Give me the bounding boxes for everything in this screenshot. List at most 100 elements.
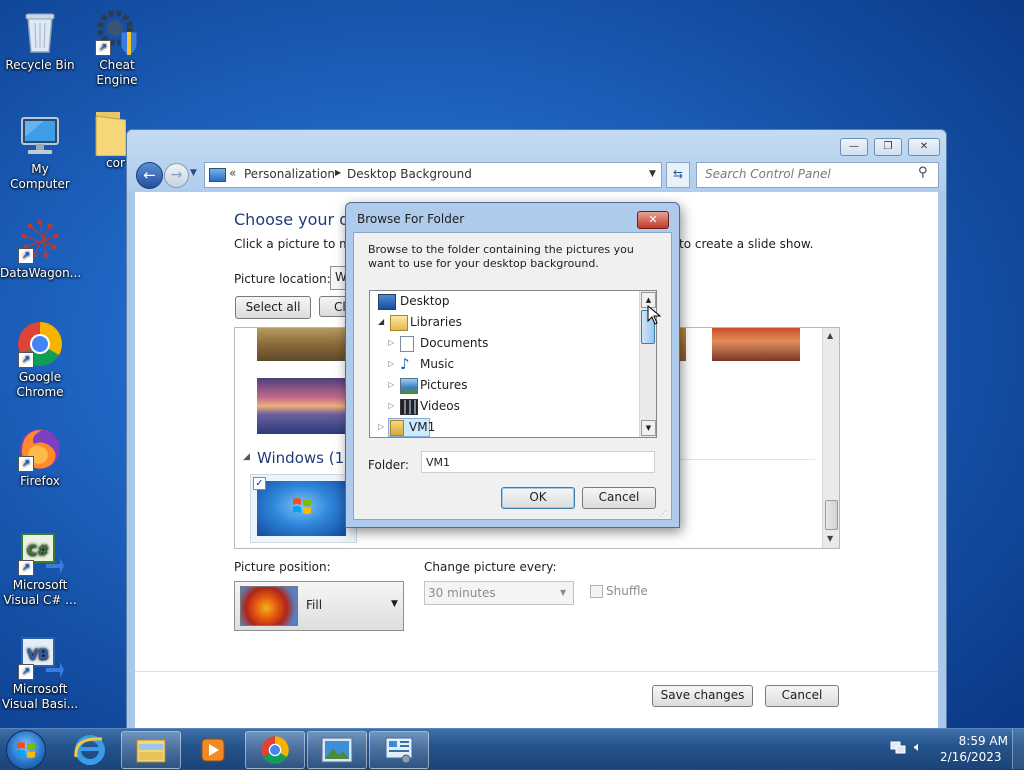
close-icon: ✕	[648, 213, 658, 226]
shortcut-arrow-icon: ↗	[18, 560, 34, 576]
folder-label: cor	[106, 156, 125, 170]
folder-tree[interactable]: Desktop ◢ Libraries ▷ Documents ▷ ♪ Musi…	[369, 290, 657, 438]
breadcrumb-personalization[interactable]: Personalization	[244, 167, 335, 181]
user-folder-icon	[390, 420, 404, 436]
ok-button[interactable]: OK	[501, 487, 575, 509]
folder-icon[interactable]: cor	[86, 108, 127, 171]
resize-grip-icon[interactable]: ⋰	[659, 509, 667, 518]
change-every-select[interactable]: 30 minutes ▼	[424, 581, 574, 605]
maximize-button[interactable]: ❐	[874, 138, 902, 156]
firefox-label: Firefox	[20, 474, 60, 488]
address-dropdown-icon[interactable]: ▼	[649, 169, 656, 179]
media-player-icon	[201, 738, 225, 762]
thumbnail-desert-arch[interactable]	[712, 328, 800, 361]
taskbar-explorer-button[interactable]	[121, 731, 181, 769]
search-input[interactable]: Search Control Panel ⚲	[696, 162, 939, 188]
dialog-description: Browse to the folder containing the pict…	[368, 243, 634, 270]
google-chrome-icon	[261, 736, 289, 764]
pictures-icon	[400, 378, 418, 394]
group-header-windows[interactable]: Windows (1)	[257, 449, 350, 467]
refresh-icon: ⇆	[672, 167, 684, 181]
save-changes-button[interactable]: Save changes	[652, 685, 753, 707]
change-every-value: 30 minutes	[428, 586, 496, 600]
shortcut-arrow-icon: ↗	[18, 664, 34, 680]
shortcut-arrow-icon: ↗	[18, 352, 34, 368]
network-tray-icon[interactable]	[890, 741, 906, 755]
cheat-engine-label: Cheat Engine	[96, 58, 138, 87]
folder-name-input[interactable]: VM1	[421, 451, 655, 473]
cheat-engine-icon[interactable]: ↗ Cheat Engine	[77, 8, 157, 88]
internet-explorer-icon[interactable]	[72, 731, 108, 767]
taskbar-chrome-button[interactable]	[245, 731, 305, 769]
tree-item-label: Documents	[420, 336, 489, 350]
shortcut-arrow-icon: ↗	[18, 248, 34, 264]
datawagon-icon[interactable]: ↗ DataWagon...	[0, 216, 81, 281]
thumbnail-flower-lake[interactable]	[257, 378, 345, 434]
refresh-button[interactable]: ⇆	[666, 162, 690, 188]
visual-csharp-icon[interactable]: C# ↗ Microsoft Visual C# ...	[0, 528, 80, 608]
taskbar-media-player-button[interactable]	[183, 731, 243, 769]
tree-item-label: Pictures	[420, 378, 468, 392]
breadcrumb-separator-icon: ▶	[335, 168, 342, 177]
group-collapse-icon[interactable]: ◢	[243, 452, 250, 462]
search-icon[interactable]: ⚲	[918, 165, 928, 180]
control-panel-icon	[385, 737, 413, 764]
expand-arrow-icon[interactable]: ▷	[388, 333, 394, 353]
scroll-down-icon[interactable]: ▼	[641, 420, 656, 436]
footer-divider	[135, 671, 938, 672]
thumbnail-windows-default[interactable]: ✓	[250, 474, 357, 543]
expand-arrow-icon[interactable]: ▷	[378, 417, 384, 437]
dialog-close-button[interactable]: ✕	[637, 211, 669, 229]
close-button[interactable]: ✕	[908, 138, 940, 156]
taskbar-desktop-background-button[interactable]	[307, 731, 367, 769]
address-bar[interactable]: « Personalization ▶ Desktop Background ▼	[204, 162, 662, 188]
shuffle-checkbox[interactable]	[590, 585, 603, 598]
recent-pages-dropdown[interactable]: ▼	[190, 168, 197, 178]
minimize-button[interactable]: —	[840, 138, 868, 156]
svg-text:C#: C#	[27, 543, 49, 559]
my-computer-icon[interactable]: My Computer	[0, 112, 80, 192]
collapse-arrow-icon[interactable]: ◢	[378, 312, 384, 332]
expand-arrow-icon[interactable]: ▷	[388, 396, 394, 416]
show-desktop-button[interactable]	[1012, 729, 1024, 769]
thumbnail-grassland[interactable]	[257, 328, 345, 361]
start-button[interactable]	[6, 730, 46, 770]
thumbnail-checkbox[interactable]: ✓	[253, 477, 266, 490]
cancel-button[interactable]: Cancel	[765, 685, 839, 707]
clock-time[interactable]: 8:59 AM	[940, 734, 1008, 748]
volume-tray-icon[interactable]: 🔈︎	[914, 740, 922, 755]
back-button[interactable]: ←	[136, 162, 163, 189]
dropdown-arrow-icon: ▼	[560, 588, 567, 597]
firefox-icon[interactable]: ↗ Firefox	[0, 424, 80, 489]
picture-position-label: Picture position:	[234, 560, 331, 574]
scroll-up-icon[interactable]: ▲	[827, 331, 833, 340]
taskbar-control-panel-button[interactable]	[369, 731, 429, 769]
shortcut-arrow-icon: ↗	[18, 456, 34, 472]
clock-date[interactable]: 2/16/2023	[940, 750, 1002, 764]
folder-name-value: VM1	[426, 456, 451, 469]
tree-item-label: Videos	[420, 399, 460, 413]
picture-position-select[interactable]: Fill ▼	[234, 581, 404, 631]
breadcrumb-desktop-background[interactable]: Desktop Background	[347, 167, 472, 181]
scroll-down-icon[interactable]: ▼	[827, 534, 833, 543]
picture-location-label: Picture location:	[234, 272, 331, 286]
select-all-button[interactable]: Select all	[235, 296, 311, 319]
visual-basic-icon[interactable]: VB ↗ Microsoft Visual Basi...	[0, 632, 80, 712]
expand-arrow-icon[interactable]: ▷	[388, 354, 394, 374]
taskbar: 🔈︎ 8:59 AM 2/16/2023	[0, 728, 1024, 770]
recycle-bin-icon[interactable]: Recycle Bin	[0, 8, 80, 73]
google-chrome-icon[interactable]: ↗ Google Chrome	[0, 320, 80, 400]
forward-arrow-icon: →	[170, 167, 183, 183]
scroll-thumb[interactable]	[825, 500, 838, 530]
picture-icon	[321, 737, 353, 763]
picture-list-scrollbar[interactable]: ▲ ▼	[822, 328, 839, 548]
forward-button[interactable]: →	[164, 163, 189, 188]
visual-csharp-label: Microsoft Visual C# ...	[3, 578, 77, 607]
dialog-cancel-button[interactable]: Cancel	[582, 487, 656, 509]
expand-arrow-icon[interactable]: ▷	[388, 375, 394, 395]
clear-all-label: Cl	[334, 300, 346, 314]
visual-basic-label: Microsoft Visual Basi...	[1, 682, 79, 711]
windows-logo-icon	[17, 742, 35, 758]
dialog-title: Browse For Folder	[357, 212, 465, 226]
tree-item-label: Music	[420, 357, 455, 371]
